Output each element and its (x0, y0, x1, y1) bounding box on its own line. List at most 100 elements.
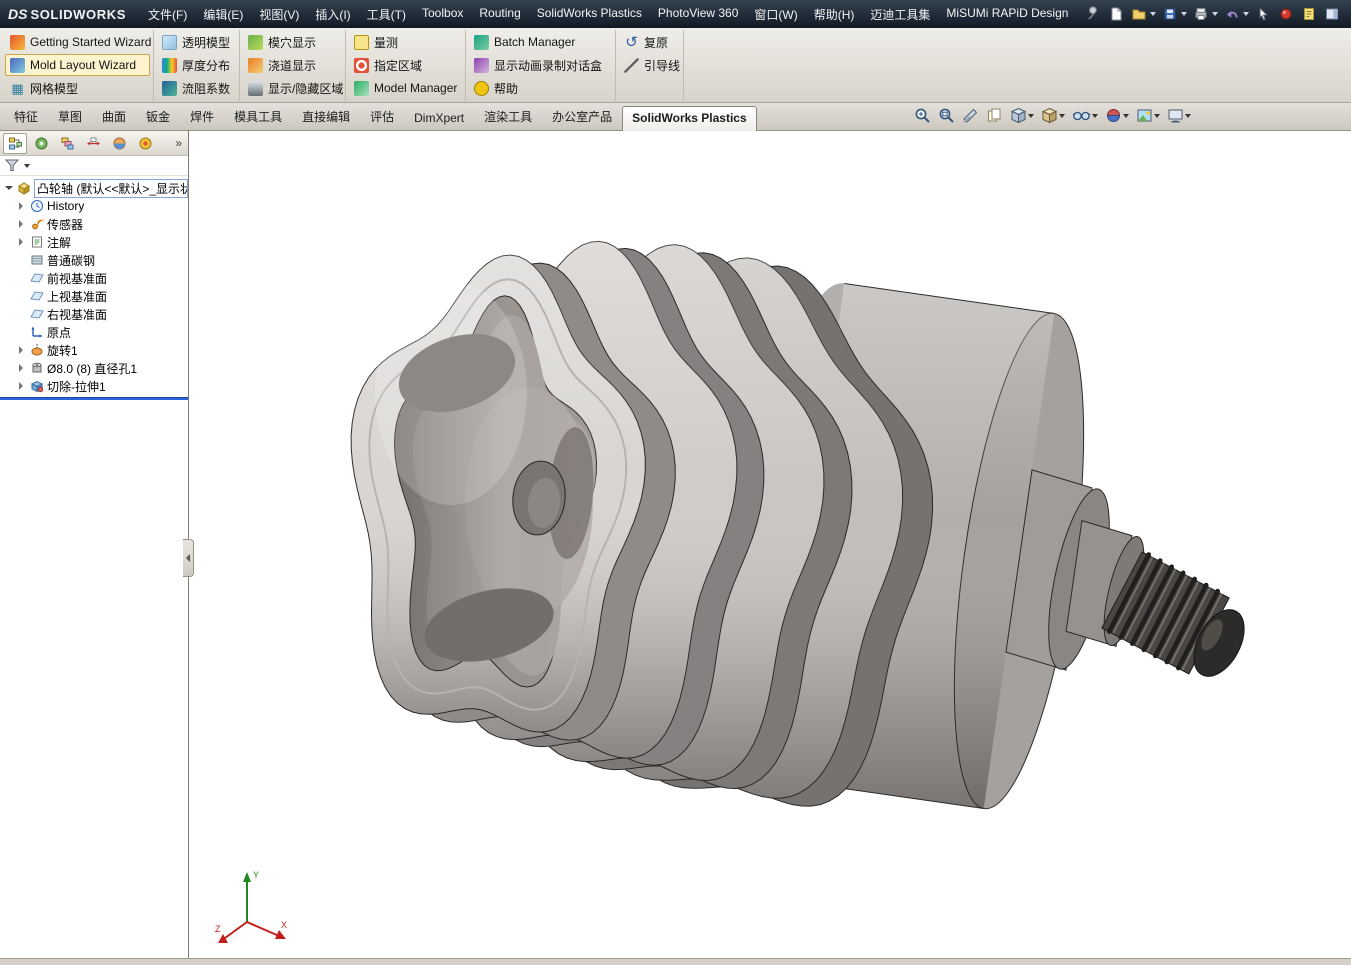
ribbon-mesh-model[interactable]: ▦ 网格模型 (5, 77, 150, 99)
configurationmanager-tab-icon[interactable] (55, 133, 79, 154)
menu-insert[interactable]: 插入(I) (307, 0, 358, 29)
ribbon-getting-started-wizard[interactable]: Getting Started Wizard (5, 31, 151, 53)
undo-dropdown-caret[interactable] (1243, 12, 1249, 16)
tab-surface[interactable]: 曲面 (92, 103, 136, 130)
tab-render-tools[interactable]: 渲染工具 (474, 103, 542, 130)
expand-arrow-icon[interactable] (17, 363, 26, 373)
ribbon-model-manager[interactable]: Model Manager (349, 77, 462, 99)
graphics-area[interactable]: Y X Z (189, 131, 1351, 958)
save-dropdown-caret[interactable] (1181, 12, 1187, 16)
apply-scene-icon[interactable] (1136, 107, 1160, 124)
ribbon-flow-resistance[interactable]: 流阻系数 (157, 77, 236, 99)
filter-caret[interactable] (24, 163, 30, 168)
expand-arrow-icon[interactable] (17, 201, 26, 211)
tab-feature[interactable]: 特征 (4, 103, 48, 130)
tab-direct-edit[interactable]: 直接编辑 (292, 103, 360, 130)
undo-icon[interactable] (1221, 3, 1243, 25)
tree-item-revolve1[interactable]: 旋转1 (0, 341, 188, 359)
tab-evaluate[interactable]: 评估 (360, 103, 404, 130)
ribbon-runner-display[interactable]: 浇道显示 (243, 54, 342, 76)
menu-tools[interactable]: 工具(T) (359, 0, 414, 29)
edit-appearance-caret[interactable] (1123, 113, 1129, 118)
toolbox-wrench-icon[interactable] (1082, 3, 1104, 25)
menu-window[interactable]: 窗口(W) (746, 0, 805, 29)
tree-item-hole1[interactable]: Ø8.0 (8) 直径孔1 (0, 359, 188, 377)
tab-weldments[interactable]: 焊件 (180, 103, 224, 130)
tree-item-history[interactable]: History (0, 197, 188, 215)
menu-misumi-rapid-design[interactable]: MiSUMi RAPiD Design (938, 0, 1076, 29)
expand-arrow-icon[interactable] (17, 345, 26, 355)
filter-funnel-icon[interactable] (5, 159, 19, 172)
edit-appearance-icon[interactable] (1105, 107, 1129, 124)
view-orientation-caret[interactable] (1028, 113, 1034, 118)
open-document-icon[interactable] (1128, 3, 1150, 25)
select-pointer-icon[interactable] (1252, 3, 1274, 25)
menu-maidi-tools[interactable]: 迈迪工具集 (862, 0, 938, 29)
ribbon-mold-layout-wizard[interactable]: Mold Layout Wizard (5, 54, 150, 76)
tree-item-cut-extrude1[interactable]: 切除-拉伸1 (0, 377, 188, 395)
ribbon-specify-region[interactable]: 指定区域 (349, 54, 462, 76)
ribbon-guide-line[interactable]: 引导线 (619, 54, 680, 76)
display-style-caret[interactable] (1059, 113, 1065, 118)
menu-toolbox[interactable]: Toolbox (414, 0, 471, 29)
menu-routing[interactable]: Routing (471, 0, 528, 29)
tab-mold-tools[interactable]: 模具工具 (224, 103, 292, 130)
rollback-bar[interactable] (0, 397, 188, 400)
expand-arrow-icon[interactable] (17, 381, 26, 391)
display-style-icon[interactable] (1041, 107, 1065, 124)
view-settings-caret[interactable] (1185, 113, 1191, 118)
plastics-manager-tab-icon[interactable] (133, 133, 157, 154)
tab-office-products[interactable]: 办公室产品 (542, 103, 622, 130)
hide-show-items-icon[interactable] (1072, 107, 1098, 124)
ribbon-thickness-distribution[interactable]: 厚度分布 (157, 54, 236, 76)
tree-item-origin[interactable]: 原点 (0, 323, 188, 341)
tree-item-front-plane[interactable]: 前视基准面 (0, 269, 188, 287)
view-settings-icon[interactable] (1167, 107, 1191, 124)
hide-show-items-caret[interactable] (1092, 113, 1098, 118)
expand-arrow-icon[interactable] (4, 183, 13, 193)
ribbon-plastics-help[interactable]: 帮助 (469, 77, 612, 99)
menu-solidworks-plastics[interactable]: SolidWorks Plastics (529, 0, 650, 29)
zoom-fit-icon[interactable] (914, 107, 931, 124)
ribbon-show-hide-region[interactable]: 显示/隐藏区域 (243, 77, 343, 99)
panel-splitter-handle[interactable] (183, 539, 194, 577)
open-dropdown-caret[interactable] (1150, 12, 1156, 16)
tree-item-sensors[interactable]: 传感器 (0, 215, 188, 233)
ribbon-cavity-display[interactable]: 模穴显示 (243, 31, 342, 53)
view-orientation-icon[interactable] (1010, 107, 1034, 124)
section-view-icon[interactable] (962, 107, 979, 124)
new-document-icon[interactable] (1105, 3, 1127, 25)
menu-edit[interactable]: 编辑(E) (195, 0, 251, 29)
ribbon-restore[interactable]: ↺ 复原 (619, 31, 680, 53)
ribbon-animation-record-dialog[interactable]: 显示动画录制对话盒 (469, 54, 612, 76)
panel-expand-chevron-icon[interactable]: » (172, 136, 185, 150)
ribbon-transparent-model[interactable]: 透明模型 (157, 31, 236, 53)
ribbon-batch-manager[interactable]: Batch Manager (469, 31, 612, 53)
print-dropdown-caret[interactable] (1212, 12, 1218, 16)
menu-help[interactable]: 帮助(H) (806, 0, 863, 29)
displaymanager-tab-icon[interactable] (107, 133, 131, 154)
tree-item-material[interactable]: 普通碳钢 (0, 251, 188, 269)
apply-scene-caret[interactable] (1154, 113, 1160, 118)
tree-item-top-plane[interactable]: 上视基准面 (0, 287, 188, 305)
record-icon[interactable] (1275, 3, 1297, 25)
dimxpertmanager-tab-icon[interactable] (81, 133, 105, 154)
tab-sketch[interactable]: 草图 (48, 103, 92, 130)
tab-sheet-metal[interactable]: 钣金 (136, 103, 180, 130)
expand-arrow-icon[interactable] (17, 219, 26, 229)
previous-view-icon[interactable] (986, 107, 1003, 124)
tree-item-annotations[interactable]: 注解 (0, 233, 188, 251)
menu-photoview-360[interactable]: PhotoView 360 (650, 0, 747, 29)
print-icon[interactable] (1190, 3, 1212, 25)
tree-item-part[interactable]: 凸轮轴 (默认<<默认>_显示状态) (0, 178, 188, 198)
save-icon[interactable] (1159, 3, 1181, 25)
properties-document-icon[interactable] (1298, 3, 1320, 25)
tree-item-right-plane[interactable]: 右视基准面 (0, 305, 188, 323)
propertymanager-tab-icon[interactable] (29, 133, 53, 154)
menu-file[interactable]: 文件(F) (140, 0, 195, 29)
expand-arrow-icon[interactable] (17, 237, 26, 247)
featuremanager-tab-icon[interactable] (3, 132, 27, 154)
tab-dimxpert[interactable]: DimXpert (404, 106, 474, 130)
tab-solidworks-plastics[interactable]: SolidWorks Plastics (622, 106, 757, 131)
task-pane-icon[interactable] (1321, 3, 1343, 25)
